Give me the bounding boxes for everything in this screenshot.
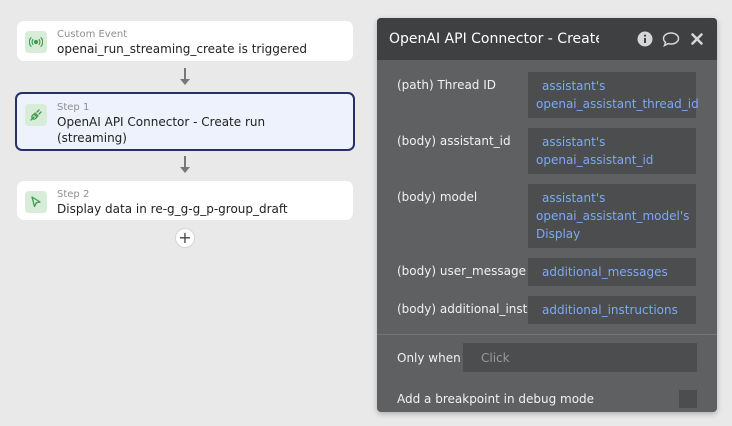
panel-header: OpenAI API Connector - Create r — [377, 18, 717, 60]
field-value[interactable]: assistant's openai_assistant_thread_id — [528, 72, 699, 118]
field-value-line: openai_assistant_model's — [536, 209, 690, 223]
flow-arrow — [179, 68, 191, 85]
field-row-user-message: (body) user_message additional_messages — [397, 258, 697, 286]
field-value-line: Display — [536, 227, 581, 241]
step-1-title-line1: OpenAI API Connector - Create run — [57, 115, 266, 129]
breakpoint-label: Add a breakpoint in debug mode — [397, 392, 595, 406]
field-value[interactable]: assistant's openai_assistant_model's Dis… — [528, 184, 696, 248]
close-icon[interactable] — [687, 29, 707, 49]
step-1-card[interactable]: Step 1 OpenAI API Connector - Create run… — [15, 92, 355, 151]
field-value[interactable]: assistant's openai_assistant_id — [528, 128, 696, 174]
field-label: (body) additional_instr — [397, 302, 528, 316]
field-value-line: additional_instructions — [542, 303, 678, 317]
field-value[interactable]: additional_messages — [528, 258, 696, 286]
only-when-label: Only when — [397, 350, 461, 365]
broadcast-icon — [25, 31, 47, 53]
field-label: (body) assistant_id — [397, 134, 511, 148]
field-value[interactable]: additional_instructions — [528, 296, 696, 324]
comment-icon[interactable] — [661, 29, 681, 49]
only-when-row: Only when Click — [377, 335, 717, 372]
step-1-kicker: Step 1 — [57, 102, 90, 113]
field-value-line: openai_assistant_id — [536, 153, 654, 167]
field-value-line: assistant's — [542, 79, 606, 93]
step-2-card[interactable]: Step 2 Display data in re-g_g-g_p-group_… — [17, 181, 353, 220]
field-value-line: additional_messages — [542, 265, 668, 279]
add-step-button[interactable]: + — [175, 228, 195, 248]
event-card[interactable]: Custom Event openai_run_streaming_create… — [17, 21, 353, 61]
field-value-line: assistant's — [542, 191, 606, 205]
event-kicker: Custom Event — [57, 29, 128, 40]
panel-title: OpenAI API Connector - Create r — [389, 31, 599, 47]
field-label: (body) model — [397, 190, 478, 204]
info-icon[interactable] — [635, 29, 655, 49]
step-1-title-line2: (streaming) — [57, 131, 127, 145]
breakpoint-row: Add a breakpoint in debug mode — [377, 372, 717, 408]
field-label: (path) Thread ID — [397, 78, 497, 92]
plug-icon — [25, 104, 47, 126]
cursor-icon — [25, 191, 47, 213]
flow-arrow — [179, 156, 191, 173]
step-2-kicker: Step 2 — [57, 189, 90, 200]
field-row-thread-id: (path) Thread ID assistant's openai_assi… — [397, 72, 699, 118]
field-row-assistant-id: (body) assistant_id assistant's openai_a… — [397, 128, 697, 174]
field-value-line: assistant's — [542, 135, 606, 149]
field-value-line: openai_assistant_thread_id — [536, 97, 699, 111]
property-panel: OpenAI API Connector - Create r (path) T… — [377, 18, 717, 412]
step-2-title: Display data in re-g_g-g_p-group_draft — [57, 202, 288, 216]
only-when-input[interactable]: Click — [463, 343, 697, 372]
field-label: (body) user_message — [397, 264, 526, 278]
event-title: openai_run_streaming_create is triggered — [57, 42, 307, 56]
field-row-model: (body) model assistant's openai_assistan… — [397, 184, 697, 248]
field-row-additional-instructions: (body) additional_instr additional_instr… — [397, 296, 697, 324]
breakpoint-checkbox[interactable] — [679, 390, 697, 408]
